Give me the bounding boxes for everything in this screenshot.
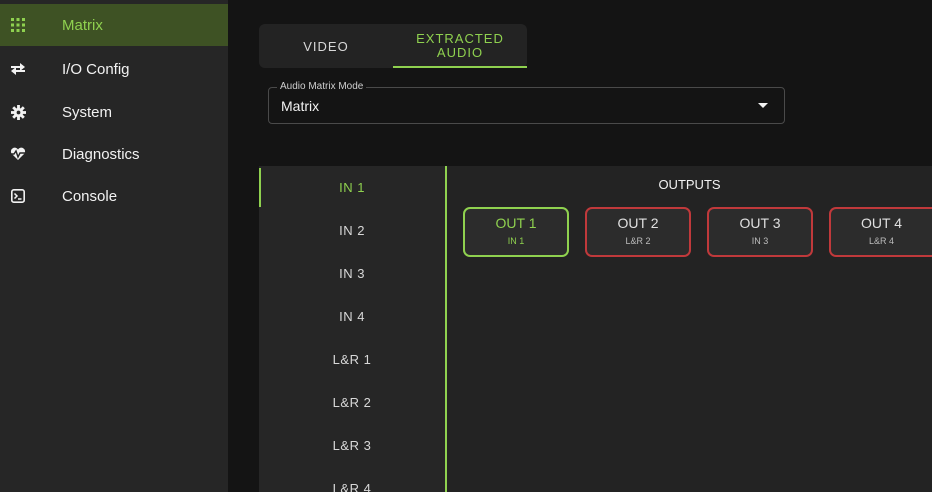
output-button-out-4[interactable]: OUT 4 L&R 4	[829, 207, 932, 257]
outputs-title: OUTPUTS	[658, 177, 721, 192]
tab-extracted-audio[interactable]: EXTRACTED AUDIO	[393, 24, 527, 68]
input-in-2[interactable]: IN 2	[259, 209, 445, 252]
sidebar-item-label: Matrix	[62, 16, 103, 34]
input-list: IN 1 IN 2 IN 3 IN 4 L&R 1 L&R 2 L&R 3 L&…	[259, 166, 445, 492]
output-source: L&R 4	[868, 236, 894, 246]
output-source: IN 1	[507, 236, 525, 246]
output-name: OUT 3	[739, 215, 781, 231]
output-source: IN 3	[751, 236, 769, 246]
sidebar-item-label: System	[62, 103, 113, 121]
sidebar-item-diagnostics[interactable]: Diagnostics	[0, 133, 228, 175]
audio-matrix-mode-value: Matrix	[281, 98, 320, 114]
main-content: VIDEO EXTRACTED AUDIO Audio Matrix Mode …	[228, 0, 932, 492]
terminal-icon	[10, 188, 26, 204]
output-button-out-1[interactable]: OUT 1 IN 1	[463, 207, 569, 257]
swap-arrows-icon	[10, 61, 26, 77]
tab-video[interactable]: VIDEO	[259, 24, 393, 68]
output-name: OUT 1	[495, 215, 537, 231]
outputs-panel: OUTPUTS OUT 1 IN 1 OUT 2 L&R 2 OUT 3 IN …	[447, 166, 932, 492]
output-button-out-2[interactable]: OUT 2 L&R 2	[585, 207, 691, 257]
heartbeat-icon	[10, 146, 26, 162]
audio-matrix-mode-label: Audio Matrix Mode	[277, 81, 367, 92]
input-lr-2[interactable]: L&R 2	[259, 381, 445, 424]
sidebar-item-system[interactable]: System	[0, 91, 228, 133]
input-in-1[interactable]: IN 1	[259, 166, 445, 209]
input-in-4[interactable]: IN 4	[259, 295, 445, 338]
sidebar: Matrix I/O Config System Diagnostics Con…	[0, 0, 228, 492]
chevron-down-icon	[758, 103, 768, 108]
sidebar-item-matrix[interactable]: Matrix	[0, 4, 228, 46]
gear-icon	[10, 104, 26, 120]
output-source: L&R 2	[625, 236, 651, 246]
output-button-out-3[interactable]: OUT 3 IN 3	[707, 207, 813, 257]
output-name: OUT 2	[617, 215, 659, 231]
sidebar-item-label: Diagnostics	[62, 145, 140, 163]
input-lr-4[interactable]: L&R 4	[259, 467, 445, 492]
audio-matrix-mode-select[interactable]: Audio Matrix Mode Matrix	[268, 81, 785, 124]
output-name: OUT 4	[861, 215, 902, 231]
sidebar-item-io-config[interactable]: I/O Config	[0, 48, 228, 90]
grid-icon	[10, 17, 26, 33]
tab-bar: VIDEO EXTRACTED AUDIO	[259, 24, 527, 68]
input-lr-1[interactable]: L&R 1	[259, 338, 445, 381]
sidebar-item-console[interactable]: Console	[0, 175, 228, 217]
input-lr-3[interactable]: L&R 3	[259, 424, 445, 467]
sidebar-item-label: I/O Config	[62, 60, 130, 78]
sidebar-item-label: Console	[62, 187, 118, 205]
input-in-3[interactable]: IN 3	[259, 252, 445, 295]
